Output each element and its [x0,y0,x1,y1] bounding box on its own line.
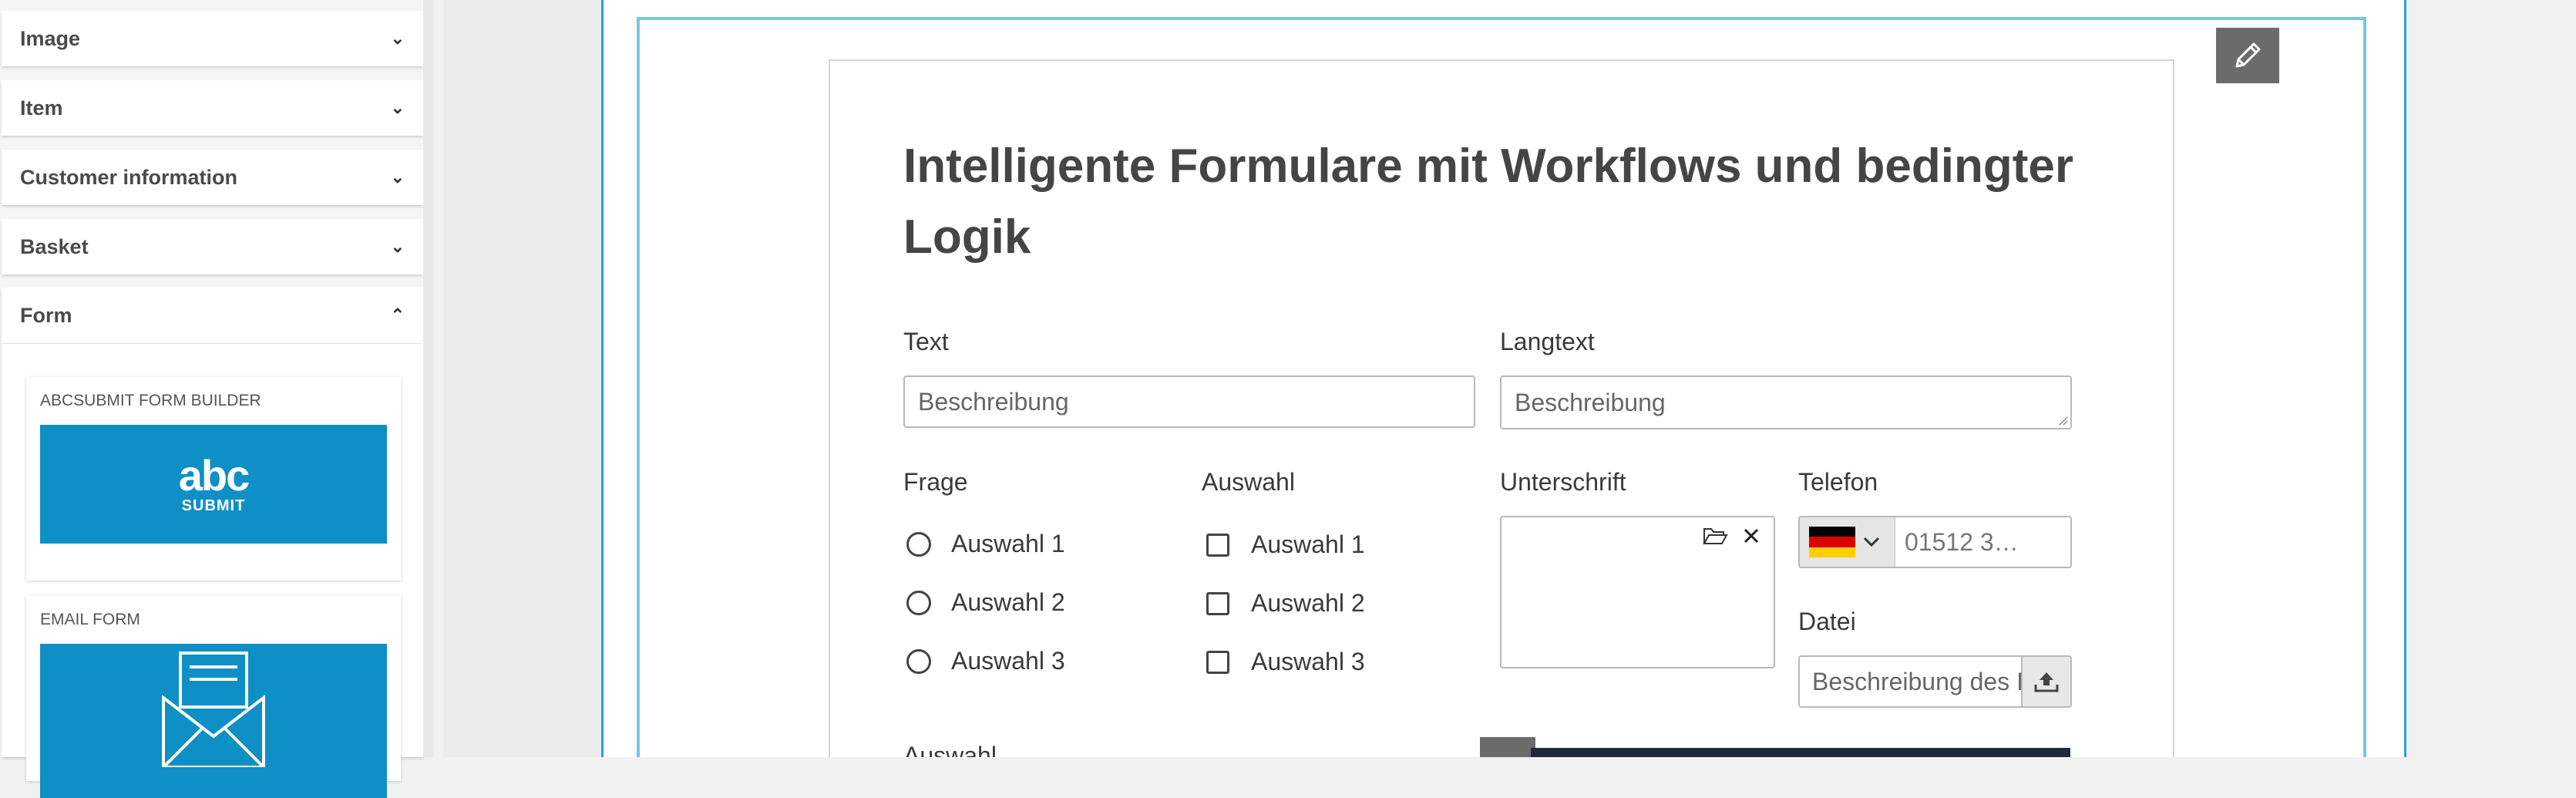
accordion-label: Item [20,96,63,120]
card-title: ABCSUBMIT FORM BUILDER [40,392,261,409]
chevron-down-icon: ⌄ [390,29,405,48]
sidebar-scrollbar[interactable] [423,0,434,757]
accordion-form-header[interactable]: Form ⌃ [2,288,423,344]
abcsubmit-logo: abc SUBMIT [40,425,387,544]
accordion-item[interactable]: Item ⌄ [2,80,423,136]
move-handle-icon[interactable] [1480,737,1535,757]
accordion-label: Form [20,303,72,327]
checkbox[interactable] [1206,650,1229,674]
file-input[interactable]: Beschreibung des I [1798,655,2072,708]
close-icon[interactable] [1742,527,1760,545]
checkbox[interactable] [1206,591,1229,615]
chevron-down-icon [1863,537,1880,547]
upload-button[interactable] [2021,657,2070,706]
telefon-label: Telefon [1798,468,1878,496]
checkbox-label: Auswahl 3 [1251,648,1365,675]
datei-label: Datei [1798,608,1856,635]
langtext-placeholder: Beschreibung [1515,388,1666,416]
accordion-label: Image [20,26,81,50]
radio-button[interactable] [906,648,931,674]
accordion-customer-information[interactable]: Customer information ⌄ [2,150,423,205]
card-title: EMAIL FORM [40,611,140,628]
email-form-thumbnail [40,644,387,798]
germany-flag-icon [1809,527,1855,557]
radio-button[interactable] [906,590,931,615]
frage-option-2[interactable]: Auswahl 2 [906,588,1065,617]
radio-label: Auswahl 2 [951,588,1065,616]
text-input-placeholder: Beschreibung [918,387,1069,416]
right-gutter [2406,0,2576,757]
unterschrift-label: Unterschrift [1500,468,1626,496]
auswahl-label: Auswahl [1202,468,1295,496]
pencil-icon [2235,42,2261,68]
radio-label: Auswahl 3 [951,647,1065,675]
sidebar: Image ⌄ Item ⌄ Customer information ⌄ Ba… [0,0,432,798]
upload-icon [2034,672,2059,692]
text-label: Text [903,328,949,355]
frage-option-1[interactable]: Auswahl 1 [906,530,1065,558]
country-select[interactable] [1800,517,1895,567]
langtext-label: Langtext [1500,328,1595,355]
folder-open-icon[interactable] [1702,525,1728,547]
auswahl-option-2[interactable]: Auswahl 2 [1206,589,1365,618]
frage-option-3[interactable]: Auswahl 3 [906,647,1065,675]
checkbox-label: Auswahl 1 [1251,530,1365,558]
file-placeholder: Beschreibung des I [1812,667,2021,695]
edit-button[interactable] [2216,28,2279,83]
radio-button[interactable] [906,531,931,557]
auswahl-option-3[interactable]: Auswahl 3 [1206,648,1365,676]
chevron-down-icon: ⌄ [390,98,405,117]
auswahl-option-1[interactable]: Auswahl 1 [1206,530,1365,559]
resize-grip-icon[interactable] [2057,415,2068,426]
phone-input[interactable]: 01512 3… [1798,516,2072,568]
accordion-image[interactable]: Image ⌄ [2,11,423,66]
accordion-form: Form ⌃ ABCSUBMIT FORM BUILDER abc SUBMIT… [2,288,423,798]
form-title: Intelligente Formulare mit Workflows und… [903,140,2073,264]
envelope-icon [162,652,265,767]
accordion-label: Basket [20,234,89,258]
chevron-down-icon: ⌄ [390,167,405,187]
abcsubmit-card[interactable]: ABCSUBMIT FORM BUILDER abc SUBMIT [26,377,401,581]
phone-placeholder: 01512 3… [1905,527,2019,556]
accordion-basket[interactable]: Basket ⌄ [2,219,423,274]
frage-label: Frage [903,468,968,496]
auswahl-label-cutoff: Auswahl [903,743,997,757]
radio-label: Auswahl 1 [951,530,1065,557]
chevron-down-icon: ⌄ [390,237,405,256]
signature-pad[interactable] [1500,516,1775,668]
text-input[interactable]: Beschreibung [903,375,1475,428]
checkbox-label: Auswahl 2 [1251,589,1365,617]
chevron-up-icon: ⌃ [390,305,405,325]
checkbox[interactable] [1206,533,1229,557]
langtext-textarea[interactable]: Beschreibung [1500,375,2072,429]
email-form-card[interactable]: EMAIL FORM [26,596,401,798]
accordion-label: Customer information [20,165,238,189]
dark-block [1531,748,2070,757]
